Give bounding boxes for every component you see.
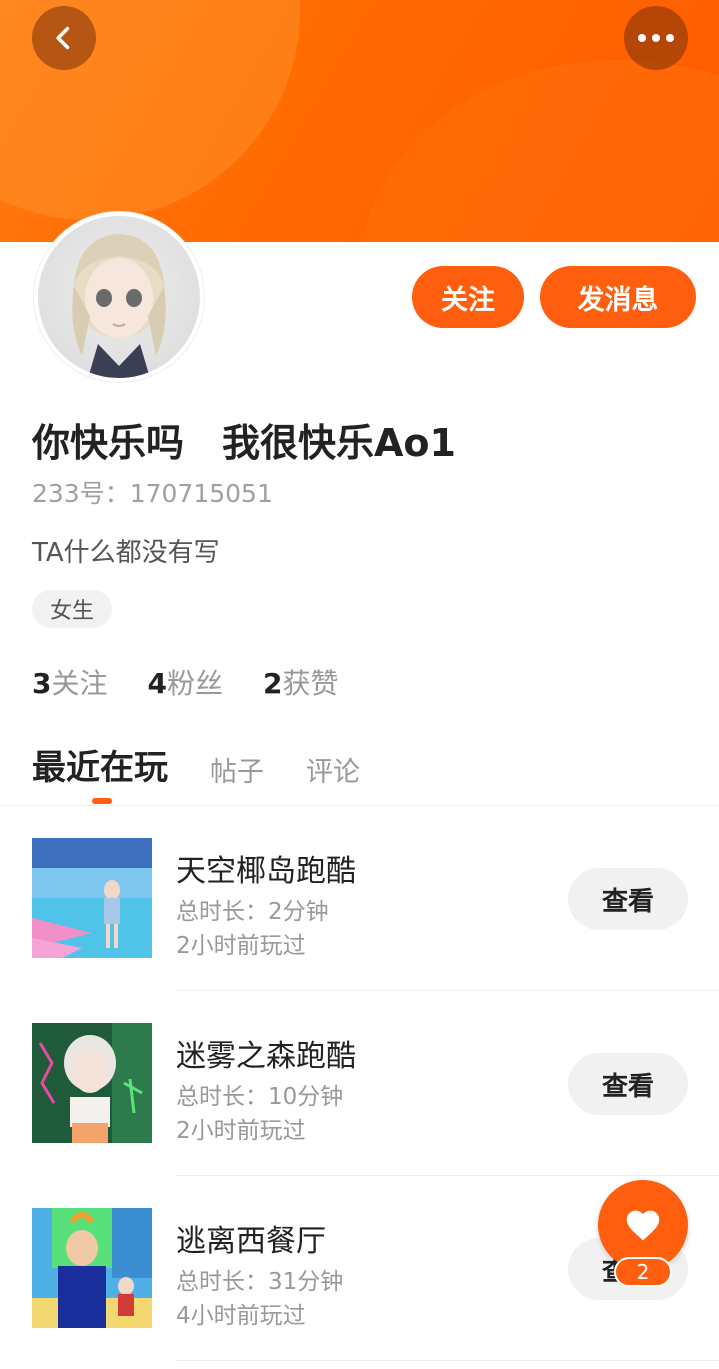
game-title: 迷雾之森跑酷 xyxy=(176,1039,356,1074)
stat-count: 4 xyxy=(147,667,167,700)
avatar[interactable] xyxy=(34,212,204,382)
stat-label: 关注 xyxy=(51,667,108,700)
game-play-duration: 总时长：2分钟 xyxy=(176,899,329,925)
view-button[interactable]: 查看 xyxy=(568,868,688,930)
stat-count: 3 xyxy=(32,667,52,700)
game-thumbnail xyxy=(32,1208,152,1328)
divider xyxy=(176,990,719,991)
like-count-badge: 2 xyxy=(614,1257,672,1287)
send-message-button[interactable]: 发消息 xyxy=(540,266,696,328)
profile-banner xyxy=(0,0,719,242)
stat-followers[interactable]: 4粉丝 xyxy=(148,662,224,702)
stat-label: 粉丝 xyxy=(166,667,223,700)
stat-likes[interactable]: 2获赞 xyxy=(263,662,339,702)
list-item[interactable]: 迷雾之森跑酷 总时长：10分钟 2小时前玩过 查看 xyxy=(0,1023,719,1208)
game-thumbnail xyxy=(32,838,152,958)
username: 你快乐吗 我很快乐Ao1 xyxy=(32,421,456,465)
more-horizontal-icon xyxy=(638,34,674,42)
heart-icon xyxy=(626,1210,660,1241)
stat-count: 2 xyxy=(263,667,283,700)
game-last-played: 2小时前玩过 xyxy=(176,1118,306,1144)
game-play-duration: 总时长：31分钟 xyxy=(176,1269,344,1295)
game-play-duration: 总时长：10分钟 xyxy=(176,1084,344,1110)
list-item[interactable]: 天空椰岛跑酷 总时长：2分钟 2小时前玩过 查看 xyxy=(0,838,719,1023)
banner-decoration xyxy=(360,60,719,242)
tab-comments[interactable]: 评论 xyxy=(306,750,360,789)
stat-label: 获赞 xyxy=(282,667,339,700)
view-button[interactable]: 查看 xyxy=(568,1053,688,1115)
divider xyxy=(176,1175,719,1176)
more-button[interactable] xyxy=(624,6,688,70)
game-title: 逃离西餐厅 xyxy=(176,1224,326,1259)
stats-row: 3关注 4粉丝 2获赞 xyxy=(32,662,339,702)
gender-tag: 女生 xyxy=(32,590,112,628)
tab-bar: 最近在玩 帖子 评论 xyxy=(32,740,402,789)
user-id: 233号：170715051 xyxy=(32,479,273,508)
divider xyxy=(0,805,719,806)
chevron-left-icon xyxy=(56,26,70,50)
avatar-image xyxy=(38,216,200,378)
game-last-played: 4小时前玩过 xyxy=(176,1303,306,1329)
game-thumbnail xyxy=(32,1023,152,1143)
game-last-played: 2小时前玩过 xyxy=(176,933,306,959)
divider xyxy=(176,1360,719,1361)
tab-recently-played[interactable]: 最近在玩 xyxy=(32,740,168,789)
back-button[interactable] xyxy=(32,6,96,70)
game-title: 天空椰岛跑酷 xyxy=(176,854,356,889)
bio-text: TA什么都没有写 xyxy=(32,538,220,568)
active-tab-indicator xyxy=(92,798,112,804)
follow-button[interactable]: 关注 xyxy=(412,266,524,328)
stat-following[interactable]: 3关注 xyxy=(32,662,108,702)
tab-posts[interactable]: 帖子 xyxy=(210,750,264,789)
